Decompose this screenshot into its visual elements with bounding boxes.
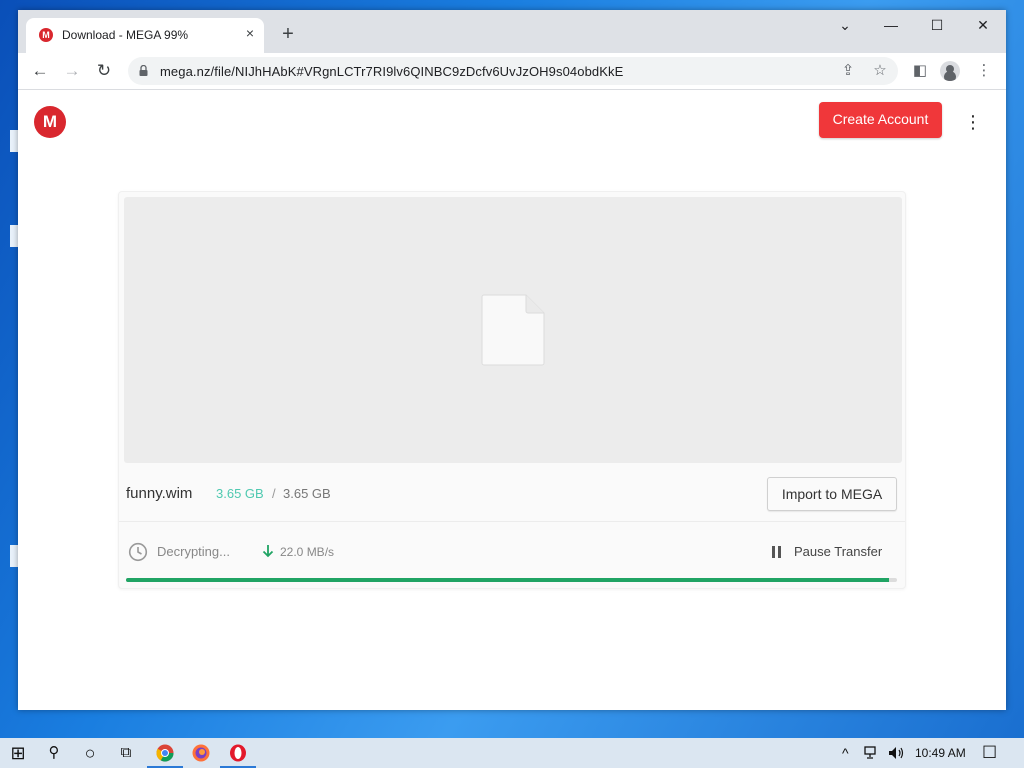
address-bar[interactable]: mega.nz/file/NIJhHAbK#VRgnLCTr7RI9lv6QIN… (128, 57, 898, 85)
file-name: funny.wim (126, 485, 193, 502)
tab-strip: M Download - MEGA 99% × + ⌄ — ☐ ✕ (18, 10, 1006, 53)
search-icon[interactable]: ⚲ (36, 738, 72, 768)
task-view-icon[interactable]: ⧉ (108, 738, 144, 768)
pause-transfer-button[interactable]: Pause Transfer (794, 544, 882, 559)
profile-avatar-icon[interactable] (940, 61, 960, 81)
desktop-icon[interactable] (10, 130, 18, 152)
back-button[interactable]: ← (26, 57, 54, 85)
start-button[interactable]: ⊞ (0, 738, 36, 768)
url-text[interactable]: mega.nz/file/NIJhHAbK#VRgnLCTr7RI9lv6QIN… (160, 64, 623, 79)
action-center-icon[interactable]: ☐ (982, 738, 997, 768)
desktop-icon[interactable] (10, 545, 18, 567)
close-window-button[interactable]: ✕ (960, 10, 1006, 40)
lock-icon[interactable] (139, 65, 148, 76)
bookmark-star-icon[interactable]: ☆ (870, 61, 890, 81)
desktop-icon[interactable] (10, 225, 18, 247)
download-progress-bar (126, 578, 897, 582)
chrome-menu-icon[interactable]: ⋮ (973, 60, 995, 82)
browser-window: M Download - MEGA 99% × + ⌄ — ☐ ✕ ← → ↻ … (18, 10, 1006, 710)
tab-close-icon[interactable]: × (242, 25, 258, 43)
size-separator: / (272, 486, 276, 501)
side-panel-icon[interactable]: ◧ (909, 60, 931, 82)
browser-toolbar: ← → ↻ mega.nz/file/NIJhHAbK#VRgnLCTr7RI9… (18, 53, 1006, 90)
cortana-icon[interactable]: ○ (72, 738, 108, 768)
volume-icon[interactable] (888, 738, 906, 768)
new-tab-button[interactable]: + (276, 22, 300, 46)
mega-logo[interactable]: M (34, 106, 66, 138)
generic-file-icon (481, 294, 545, 366)
reload-button[interactable]: ↻ (90, 57, 118, 85)
forward-button[interactable]: → (58, 57, 86, 85)
clock-time[interactable]: 10:49 AM (915, 738, 966, 768)
maximize-button[interactable]: ☐ (914, 10, 960, 40)
pause-icon[interactable] (772, 546, 782, 558)
minimize-button[interactable]: — (868, 10, 914, 40)
tab-mega-download[interactable]: M Download - MEGA 99% × (26, 18, 264, 53)
file-info-bar: funny.wim 3.65 GB / 3.65 GB Import to ME… (119, 468, 905, 520)
chrome-taskbar-icon[interactable] (147, 738, 183, 768)
download-card: funny.wim 3.65 GB / 3.65 GB Import to ME… (118, 191, 906, 589)
tab-title: Download - MEGA 99% (62, 28, 189, 42)
show-hidden-icons-chevron[interactable]: ^ (842, 738, 849, 768)
transfer-status: Decrypting... (157, 544, 230, 559)
file-preview (124, 197, 902, 463)
create-account-button[interactable]: Create Account (819, 102, 942, 138)
downloaded-size: 3.65 GB (216, 486, 264, 501)
total-size: 3.65 GB (283, 486, 331, 501)
network-icon[interactable] (864, 738, 880, 768)
mega-favicon-icon: M (39, 28, 53, 42)
download-arrow-icon (262, 545, 274, 558)
clock-icon (128, 542, 148, 562)
opera-taskbar-icon[interactable] (220, 738, 256, 768)
tab-search-icon[interactable]: ⌄ (822, 10, 868, 40)
share-icon[interactable]: ⇪ (838, 61, 858, 81)
transfer-speed: 22.0 MB/s (280, 545, 335, 559)
more-options-icon[interactable]: ⋮ (964, 111, 982, 133)
progress-fill (126, 578, 890, 582)
taskbar: ⊞ ⚲ ○ ⧉ ^ 10:49 AM ☐ (0, 738, 1024, 768)
transfer-status-bar: Decrypting... 22.0 MB/s Pause Transfer (119, 522, 905, 590)
import-to-mega-button[interactable]: Import to MEGA (767, 477, 897, 511)
firefox-taskbar-icon[interactable] (183, 738, 219, 768)
mega-page: M Create Account ⋮ funny.wim 3.65 GB / 3… (18, 91, 1006, 710)
